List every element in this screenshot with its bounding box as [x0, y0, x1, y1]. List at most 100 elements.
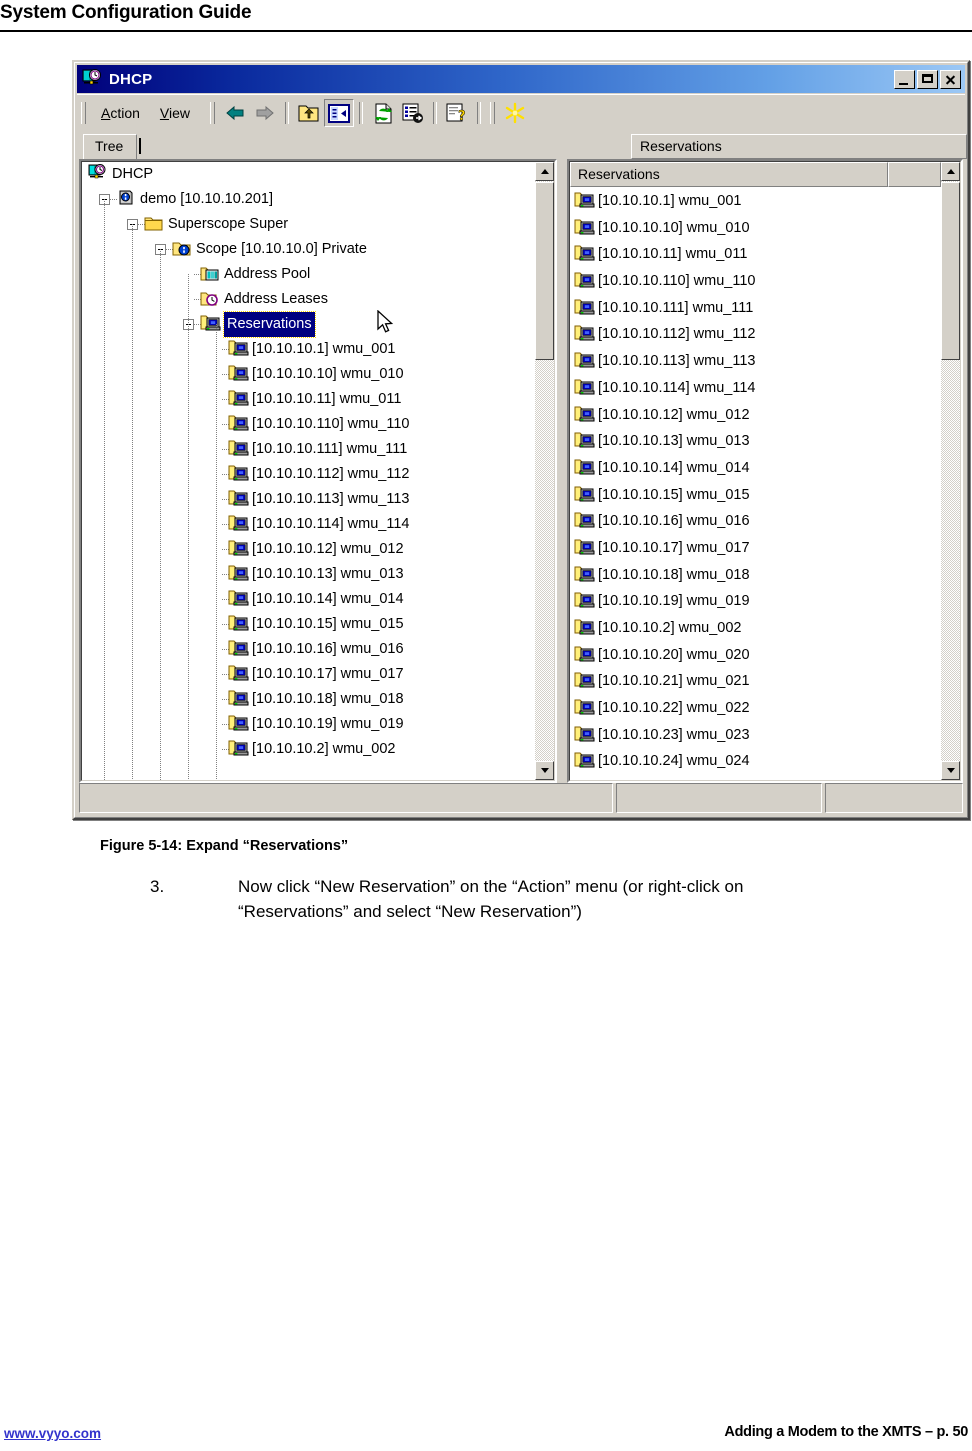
tree-node-server[interactable]: demo [10.10.10.201]	[82, 187, 535, 212]
tree-node-label[interactable]: [10.10.10.19] wmu_019	[252, 712, 404, 737]
list-item[interactable]: [10.10.10.19] wmu_019	[570, 588, 941, 615]
help-icon[interactable]: ?	[442, 99, 472, 127]
tree-node-reservation[interactable]: [10.10.10.114] wmu_114	[82, 512, 535, 537]
tree-node-reservation[interactable]: [10.10.10.13] wmu_013	[82, 562, 535, 587]
list-scrollbar-thumb[interactable]	[941, 182, 960, 360]
list-item[interactable]: [10.10.10.13] wmu_013	[570, 428, 941, 455]
list-scrollbar[interactable]	[941, 162, 960, 780]
tree-node-address-pool[interactable]: Address Pool	[82, 262, 535, 287]
menu-view[interactable]: View	[150, 102, 200, 124]
tree-node-reservation[interactable]: [10.10.10.113] wmu_113	[82, 487, 535, 512]
toolbar-grip-3[interactable]	[490, 102, 496, 124]
tree-node-label[interactable]: Address Pool	[224, 262, 310, 287]
tree-node-reservation[interactable]: [10.10.10.17] wmu_017	[82, 662, 535, 687]
tree-node-reservation[interactable]: [10.10.10.10] wmu_010	[82, 362, 535, 387]
list-item[interactable]: [10.10.10.113] wmu_113	[570, 348, 941, 375]
tree-node-label[interactable]: [10.10.10.18] wmu_018	[252, 687, 404, 712]
list-item[interactable]: [10.10.10.1] wmu_001	[570, 188, 941, 215]
tree-node-label[interactable]: Address Leases	[224, 287, 328, 312]
toolbar-grip-2[interactable]	[210, 102, 216, 124]
tree-node-address-leases[interactable]: Address Leases	[82, 287, 535, 312]
list-item[interactable]: [10.10.10.11] wmu_011	[570, 241, 941, 268]
list-scroll-down-button[interactable]	[941, 761, 960, 780]
tree-node-dhcp[interactable]: DHCP	[82, 162, 535, 187]
list-item[interactable]: [10.10.10.2] wmu_002	[570, 615, 941, 642]
tree-node-label[interactable]: [10.10.10.111] wmu_111	[252, 437, 407, 462]
tree-scroll-down-button[interactable]	[535, 761, 554, 780]
reservations-list[interactable]: [10.10.10.1] wmu_001 [10.10.10.10] wmu_01…	[570, 188, 941, 780]
list-item[interactable]: [10.10.10.23] wmu_023	[570, 722, 941, 749]
tree-node-reservation[interactable]: [10.10.10.12] wmu_012	[82, 537, 535, 562]
tree-node-label[interactable]: [10.10.10.12] wmu_012	[252, 537, 404, 562]
tree-node-label[interactable]: [10.10.10.13] wmu_013	[252, 562, 404, 587]
list-item[interactable]: [10.10.10.20] wmu_020	[570, 642, 941, 669]
list-item[interactable]: [10.10.10.24] wmu_024	[570, 748, 941, 775]
list-item[interactable]: [10.10.10.21] wmu_021	[570, 668, 941, 695]
tree-node-reservation[interactable]: [10.10.10.1] wmu_001	[82, 337, 535, 362]
tree-node-reservation[interactable]: [10.10.10.11] wmu_011	[82, 387, 535, 412]
tree-node-reservation[interactable]: [10.10.10.2] wmu_002	[82, 737, 535, 762]
list-scroll-up-button[interactable]	[941, 162, 960, 181]
tree-node-label[interactable]: [10.10.10.112] wmu_112	[252, 462, 409, 487]
tree-node-reservations[interactable]: Reservations	[82, 311, 535, 338]
tab-tree[interactable]: Tree	[83, 134, 138, 159]
tree-node-superscope[interactable]: Superscope Super	[82, 212, 535, 237]
new-reservation-icon[interactable]	[500, 99, 530, 127]
tree-node-label[interactable]: Superscope Super	[168, 212, 288, 237]
close-button[interactable]	[940, 69, 961, 89]
tree-node-reservation[interactable]: [10.10.10.19] wmu_019	[82, 712, 535, 737]
list-item[interactable]: [10.10.10.111] wmu_111	[570, 295, 941, 322]
list-item[interactable]: [10.10.10.12] wmu_012	[570, 402, 941, 429]
tree-node-scope[interactable]: Scope [10.10.10.0] Private	[82, 237, 535, 262]
tree-node-label[interactable]: [10.10.10.17] wmu_017	[252, 662, 404, 687]
tree-node-label[interactable]: demo [10.10.10.201]	[140, 187, 273, 212]
column-header-reservations[interactable]: Reservations	[570, 162, 888, 187]
toolbar-grip[interactable]	[81, 102, 86, 124]
pane-splitter[interactable]	[557, 159, 567, 783]
tree-node-label[interactable]: [10.10.10.110] wmu_110	[252, 412, 409, 437]
tree-node-label[interactable]: [10.10.10.14] wmu_014	[252, 587, 404, 612]
list-item[interactable]: [10.10.10.10] wmu_010	[570, 215, 941, 242]
minimize-button[interactable]	[894, 69, 915, 89]
tree-scrollbar-thumb[interactable]	[535, 182, 554, 360]
tree-scrollbar[interactable]	[535, 162, 554, 780]
show-hide-tree-icon[interactable]	[324, 99, 355, 127]
tree-node-label[interactable]: [10.10.10.114] wmu_114	[252, 512, 409, 537]
tree-node-reservation[interactable]: [10.10.10.111] wmu_111	[82, 437, 535, 462]
tree-node-label[interactable]: [10.10.10.2] wmu_002	[252, 737, 396, 762]
tree-node-label[interactable]: [10.10.10.11] wmu_011	[252, 387, 401, 412]
footer-website-link[interactable]: www.vyyo.com	[4, 1426, 101, 1441]
tree-node-label[interactable]: [10.10.10.1] wmu_001	[252, 337, 396, 362]
tree-node-label[interactable]: DHCP	[112, 162, 153, 187]
list-item[interactable]: [10.10.10.18] wmu_018	[570, 562, 941, 589]
tree-node-reservation[interactable]: [10.10.10.16] wmu_016	[82, 637, 535, 662]
list-item[interactable]: [10.10.10.16] wmu_016	[570, 508, 941, 535]
tree-node-label[interactable]: [10.10.10.16] wmu_016	[252, 637, 404, 662]
tree-node-reservation[interactable]: [10.10.10.15] wmu_015	[82, 612, 535, 637]
list-item[interactable]: [10.10.10.15] wmu_015	[570, 482, 941, 509]
tree-node-label[interactable]: [10.10.10.15] wmu_015	[252, 612, 404, 637]
list-item[interactable]: [10.10.10.22] wmu_022	[570, 695, 941, 722]
window-titlebar[interactable]: DHCP	[77, 65, 965, 93]
tree-node-label[interactable]: [10.10.10.113] wmu_113	[252, 487, 409, 512]
tree-node-label[interactable]: Scope [10.10.10.0] Private	[196, 237, 367, 262]
tree-node-label[interactable]: [10.10.10.10] wmu_010	[252, 362, 404, 387]
maximize-button[interactable]	[917, 69, 938, 89]
tree-node-reservation[interactable]: [10.10.10.110] wmu_110	[82, 412, 535, 437]
console-tree[interactable]: DHCP demo [10.10.10.201] Superscope Super S…	[82, 162, 535, 780]
menu-action[interactable]: Action	[91, 102, 150, 124]
tree-scroll-up-button[interactable]	[535, 162, 554, 181]
tree-node-reservation[interactable]: [10.10.10.14] wmu_014	[82, 587, 535, 612]
tree-node-reservation[interactable]: [10.10.10.18] wmu_018	[82, 687, 535, 712]
tree-node-reservation[interactable]: [10.10.10.112] wmu_112	[82, 462, 535, 487]
list-item[interactable]: [10.10.10.17] wmu_017	[570, 535, 941, 562]
list-item[interactable]: [10.10.10.114] wmu_114	[570, 375, 941, 402]
tree-node-label[interactable]: Reservations	[223, 311, 316, 338]
export-list-icon[interactable]	[398, 99, 428, 127]
forward-icon[interactable]	[250, 99, 280, 127]
list-item[interactable]: [10.10.10.110] wmu_110	[570, 268, 941, 295]
column-header-filler[interactable]	[888, 162, 941, 187]
list-item[interactable]: [10.10.10.14] wmu_014	[570, 455, 941, 482]
refresh-icon[interactable]	[368, 99, 398, 127]
back-icon[interactable]	[220, 99, 250, 127]
